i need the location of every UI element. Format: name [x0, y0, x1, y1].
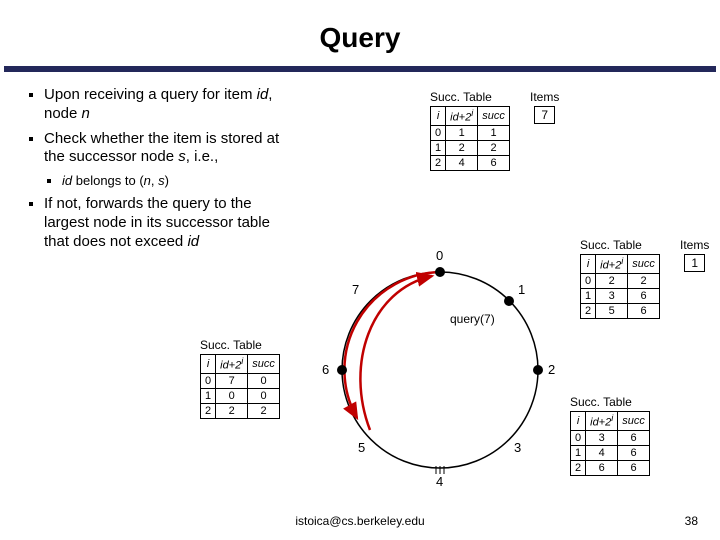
succ-table-node1: Succ. Table iid+2isucc 022 136 256 — [580, 238, 660, 319]
ring-nodes: 0 1 2 3 4 5 6 7 query(7) — [300, 230, 580, 490]
succ-table-node6: Succ. Table iid+2isucc 070 100 222 — [200, 338, 280, 419]
bullet-2: Check whether the item is stored at the … — [44, 130, 298, 168]
items-node0: Items 7 — [530, 90, 559, 124]
items-caption: Items — [680, 238, 709, 252]
ring-label-4: 4 — [436, 474, 443, 489]
ring-label-6: 6 — [322, 362, 329, 377]
ring-label-5: 5 — [358, 440, 365, 455]
ring-label-0: 0 — [436, 248, 443, 263]
node-dot-2 — [533, 365, 543, 375]
ring-label-3: 3 — [514, 440, 521, 455]
succ-table-caption: Succ. Table — [200, 338, 280, 352]
ring-label-7: 7 — [352, 282, 359, 297]
node-dot-0 — [435, 267, 445, 277]
succ-table-node0: Succ. Table iid+2isucc 011 122 246 — [430, 90, 510, 171]
bullet-1: Upon receiving a query for item id, node… — [44, 86, 298, 124]
page-title: Query — [0, 0, 720, 54]
bullet-3: If not, forwards the query to the larges… — [44, 195, 298, 251]
footer-email: istoica@cs.berkeley.edu — [0, 514, 720, 528]
node-dot-1 — [504, 296, 514, 306]
items-value: 1 — [684, 254, 705, 272]
page-number: 38 — [685, 514, 698, 528]
succ-table-caption: Succ. Table — [580, 238, 660, 252]
items-value: 7 — [534, 106, 555, 124]
succ-table: iid+2isucc 011 122 246 — [430, 106, 510, 171]
ring-label-1: 1 — [518, 282, 525, 297]
node-dot-6 — [337, 365, 347, 375]
items-caption: Items — [530, 90, 559, 104]
succ-table-node2: Succ. Table iid+2isucc 036 146 266 — [570, 395, 650, 476]
title-rule — [4, 66, 716, 72]
succ-table-caption: Succ. Table — [430, 90, 510, 104]
items-node1: Items 1 — [680, 238, 709, 272]
succ-table-caption: Succ. Table — [570, 395, 650, 409]
query-label: query(7) — [450, 312, 495, 326]
sub-bullet: id belongs to (n, s) — [62, 173, 298, 189]
slide: Query Upon receiving a query for item id… — [0, 0, 720, 540]
bullet-list: Upon receiving a query for item id, node… — [28, 86, 298, 258]
ring-label-2: 2 — [548, 362, 555, 377]
